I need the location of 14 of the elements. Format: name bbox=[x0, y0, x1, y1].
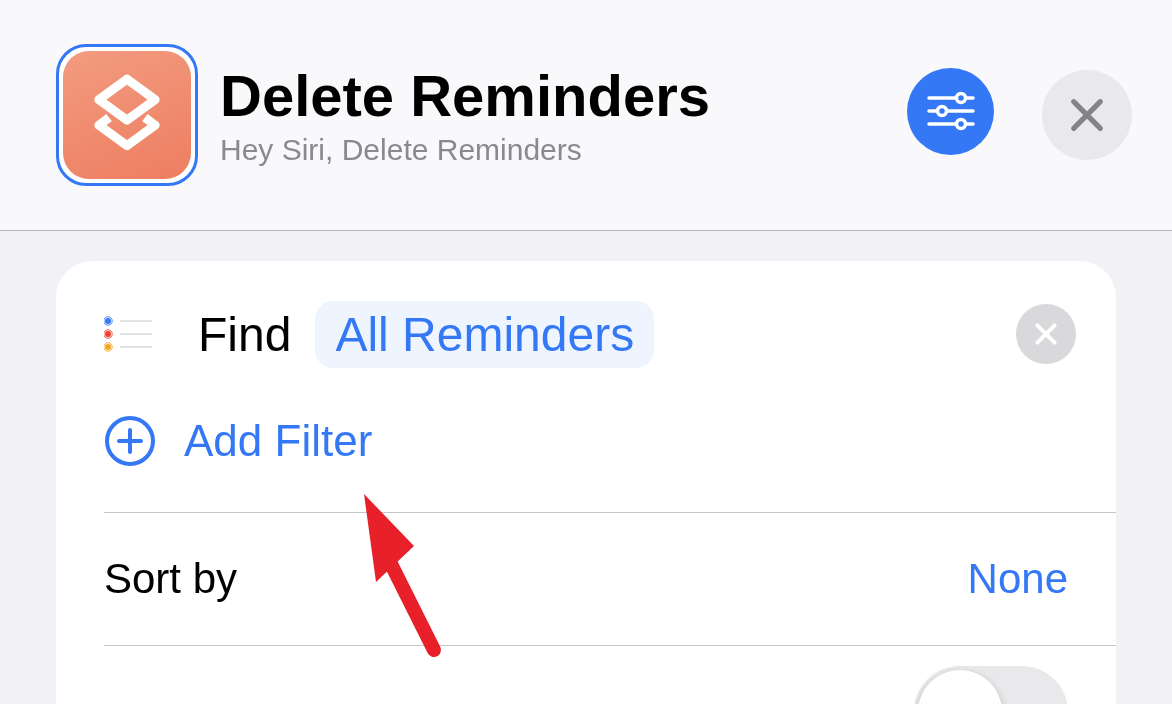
row-label: Sort by bbox=[104, 555, 238, 603]
sliders-icon bbox=[925, 91, 976, 131]
shortcut-title: Delete Reminders bbox=[220, 62, 711, 130]
action-verb: Find bbox=[198, 306, 292, 362]
close-icon bbox=[1033, 321, 1059, 347]
shortcut-icon[interactable] bbox=[56, 44, 198, 186]
parameter-token[interactable]: All Reminders bbox=[315, 300, 655, 368]
siri-phrase: Hey Siri, Delete Reminders bbox=[220, 132, 583, 168]
add-filter-label: Add Filter bbox=[184, 415, 373, 466]
option-value[interactable]: None bbox=[967, 555, 1068, 603]
close-icon bbox=[1068, 96, 1106, 134]
add-icon bbox=[104, 414, 156, 467]
reminders-icon bbox=[104, 316, 154, 352]
add-filter-button[interactable]: Add Filter bbox=[104, 369, 1116, 513]
